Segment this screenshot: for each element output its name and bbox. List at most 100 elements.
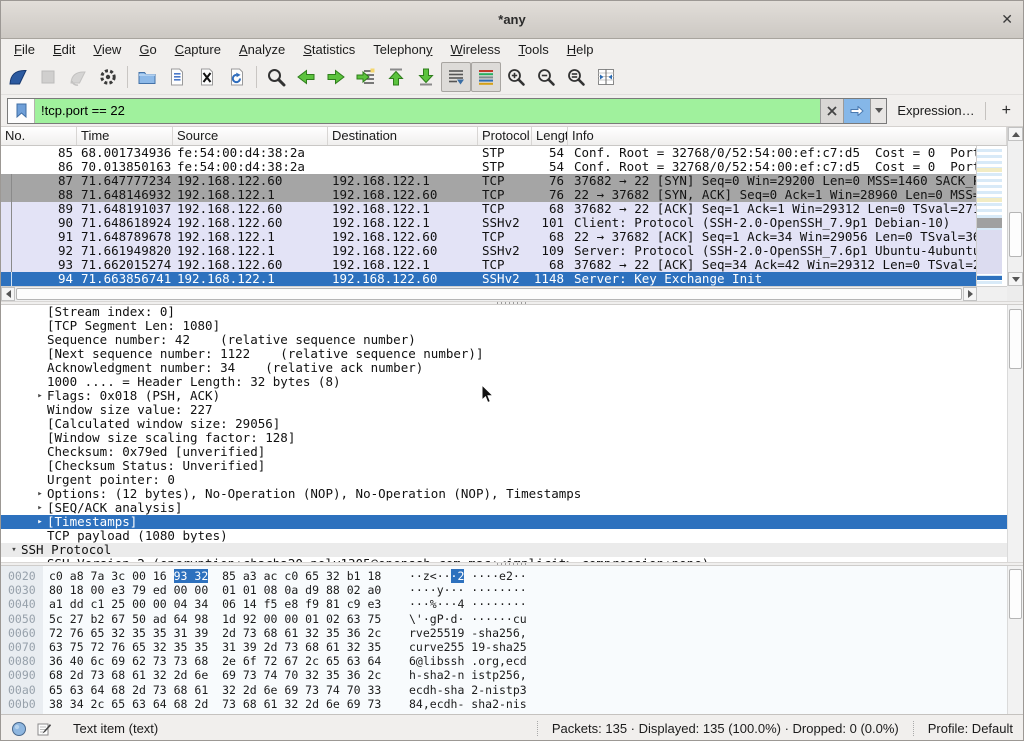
detail-row[interactable]: [Calculated window size: 29056] <box>1 417 1023 431</box>
column-header-no[interactable]: No. <box>1 127 77 145</box>
column-header-protocol[interactable]: Protocol <box>478 127 532 145</box>
packet-list-minimap[interactable] <box>976 146 1002 286</box>
hex-row[interactable]: 0050 5c 27 b2 67 50 ad 64 98 1d 92 00 00… <box>1 612 1023 626</box>
display-filter-input[interactable] <box>35 99 820 123</box>
expander-icon[interactable]: ▸ <box>33 501 47 515</box>
capture-comment-icon[interactable] <box>36 721 52 737</box>
go-last-packet-icon[interactable] <box>411 62 441 92</box>
menu-item[interactable]: Capture <box>166 42 230 57</box>
expander-icon[interactable] <box>33 361 47 375</box>
hex-scroll-thumb[interactable] <box>1009 569 1022 619</box>
menu-item[interactable]: File <box>5 42 44 57</box>
expert-info-icon[interactable] <box>11 721 27 737</box>
filter-apply-icon[interactable] <box>843 99 870 123</box>
detail-row[interactable]: [Next sequence number: 1122 (relative se… <box>1 347 1023 361</box>
expander-icon[interactable] <box>33 347 47 361</box>
column-header-source[interactable]: Source <box>173 127 328 145</box>
packet-row[interactable]: 91 71.648789678 192.168.122.1 192.168.12… <box>1 230 977 244</box>
detail-row[interactable]: Checksum: 0x79ed [unverified] <box>1 445 1023 459</box>
detail-row[interactable]: Window size value: 227 <box>1 403 1023 417</box>
column-header-destination[interactable]: Destination <box>328 127 478 145</box>
start-capture-icon[interactable] <box>3 62 33 92</box>
detail-row[interactable]: [TCP Segment Len: 1080] <box>1 319 1023 333</box>
close-icon[interactable]: ✕ <box>1001 1 1013 38</box>
details-vscrollbar[interactable] <box>1007 305 1023 562</box>
zoom-original-icon[interactable] <box>561 62 591 92</box>
menu-item[interactable]: Tools <box>509 42 557 57</box>
packet-row[interactable]: 87 71.647777234 192.168.122.60 192.168.1… <box>1 174 977 188</box>
packet-row[interactable]: 93 71.662015274 192.168.122.60 192.168.1… <box>1 258 977 272</box>
expander-icon[interactable]: ▸ <box>33 389 47 403</box>
go-first-packet-icon[interactable] <box>381 62 411 92</box>
expander-icon[interactable] <box>33 375 47 389</box>
scroll-left-icon[interactable] <box>1 287 15 301</box>
hex-row[interactable]: 0090 68 2d 73 68 61 32 2d 6e 69 73 74 70… <box>1 668 1023 682</box>
menu-item[interactable]: Telephony <box>364 42 441 57</box>
packet-row[interactable]: 94 71.663856741 192.168.122.1 192.168.12… <box>1 272 977 286</box>
detail-row[interactable]: Urgent pointer: 0 <box>1 473 1023 487</box>
column-header-length[interactable]: Length <box>532 127 568 145</box>
profile-button[interactable]: Profile: Default <box>913 721 1013 736</box>
packet-row[interactable]: 85 68.001734936 fe:54:00:d4:38:2a STP 54… <box>1 146 977 160</box>
titlebar[interactable]: *any ✕ <box>1 1 1023 39</box>
expander-icon[interactable]: ▸ <box>33 515 47 529</box>
zoom-in-icon[interactable] <box>501 62 531 92</box>
hex-row[interactable]: 00b0 38 34 2c 65 63 64 68 2d 73 68 61 32… <box>1 697 1023 711</box>
add-filter-button[interactable]: + <box>996 102 1017 120</box>
expander-icon[interactable] <box>33 529 47 543</box>
detail-row[interactable]: [Checksum Status: Unverified] <box>1 459 1023 473</box>
expander-icon[interactable] <box>33 431 47 445</box>
detail-row[interactable]: [Stream index: 0] <box>1 305 1023 319</box>
hex-row[interactable]: 00a0 65 63 64 68 2d 73 68 61 32 2d 6e 69… <box>1 683 1023 697</box>
expander-icon[interactable] <box>33 305 47 319</box>
menu-item[interactable]: Edit <box>44 42 84 57</box>
column-header-time[interactable]: Time <box>77 127 173 145</box>
detail-row[interactable]: ▸ Flags: 0x018 (PSH, ACK) <box>1 389 1023 403</box>
expander-icon[interactable] <box>33 333 47 347</box>
hex-row[interactable]: 0080 36 40 6c 69 62 73 73 68 2e 6f 72 67… <box>1 654 1023 668</box>
find-packet-icon[interactable] <box>261 62 291 92</box>
expander-icon[interactable] <box>33 403 47 417</box>
menu-item[interactable]: View <box>84 42 130 57</box>
detail-row[interactable]: Sequence number: 42 (relative sequence n… <box>1 333 1023 347</box>
capture-options-icon[interactable] <box>93 62 123 92</box>
filter-clear-icon[interactable] <box>820 99 843 123</box>
detail-row[interactable]: [Window size scaling factor: 128] <box>1 431 1023 445</box>
menu-item[interactable]: Analyze <box>230 42 294 57</box>
detail-row[interactable]: ▾ SSH Protocol <box>1 543 1023 557</box>
scroll-right-icon[interactable] <box>963 287 977 301</box>
restart-capture-icon[interactable] <box>63 62 93 92</box>
details-scroll-thumb[interactable] <box>1009 309 1022 369</box>
menu-item[interactable]: Help <box>558 42 603 57</box>
menu-item[interactable]: Go <box>130 42 165 57</box>
packet-row[interactable]: 88 71.648146932 192.168.122.1 192.168.12… <box>1 188 977 202</box>
filter-bookmark-icon[interactable] <box>8 99 35 123</box>
scroll-up-icon[interactable] <box>1008 127 1023 141</box>
go-back-icon[interactable] <box>291 62 321 92</box>
expander-icon[interactable] <box>33 473 47 487</box>
stop-capture-icon[interactable] <box>33 62 63 92</box>
go-forward-icon[interactable] <box>321 62 351 92</box>
close-file-icon[interactable] <box>192 62 222 92</box>
expander-icon[interactable]: ▾ <box>7 543 21 557</box>
expander-icon[interactable]: ▸ <box>33 487 47 501</box>
save-file-icon[interactable] <box>162 62 192 92</box>
detail-row[interactable]: ▸ [Timestamps] <box>1 515 1023 529</box>
menu-item[interactable]: Statistics <box>294 42 364 57</box>
packet-row[interactable]: 86 70.013850163 fe:54:00:d4:38:2a STP 54… <box>1 160 977 174</box>
packet-list-hscrollbar[interactable] <box>1 286 1007 301</box>
open-file-icon[interactable] <box>132 62 162 92</box>
hex-row[interactable]: 0070 63 75 72 76 65 32 35 35 31 39 2d 73… <box>1 640 1023 654</box>
hscrollbar-thumb[interactable] <box>16 288 962 300</box>
menu-item[interactable]: Wireless <box>442 42 510 57</box>
auto-scroll-icon[interactable] <box>441 62 471 92</box>
resize-columns-icon[interactable] <box>591 62 621 92</box>
hex-vscrollbar[interactable] <box>1007 566 1023 714</box>
expression-button[interactable]: Expression… <box>897 103 974 118</box>
expander-icon[interactable] <box>33 417 47 431</box>
vscrollbar-thumb[interactable] <box>1009 212 1022 257</box>
packet-list-vscrollbar[interactable] <box>1007 127 1023 286</box>
detail-row[interactable]: Acknowledgment number: 34 (relative ack … <box>1 361 1023 375</box>
expander-icon[interactable] <box>33 459 47 473</box>
hex-row[interactable]: 0060 72 76 65 32 35 35 31 39 2d 73 68 61… <box>1 626 1023 640</box>
